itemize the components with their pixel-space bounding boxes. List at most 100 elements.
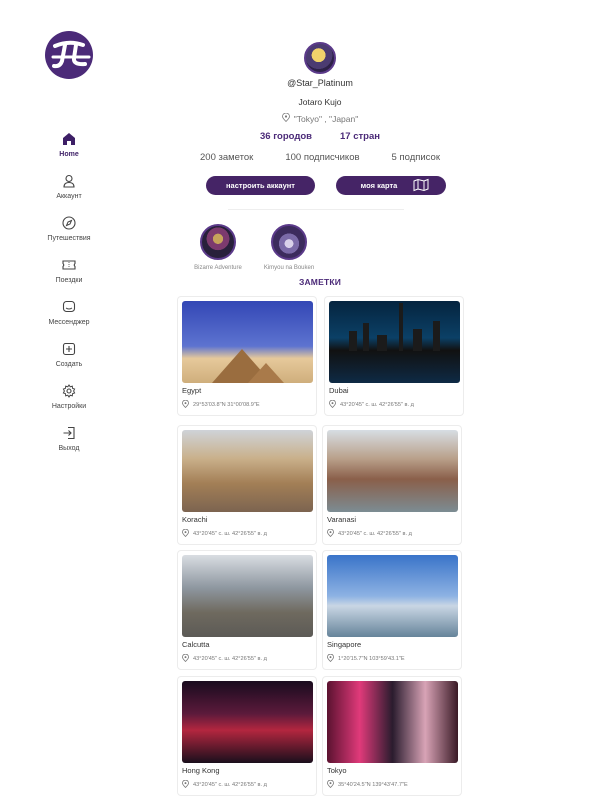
highlight-label: Kimyou na Bouken [263, 265, 315, 271]
card-city: Hong Kong [182, 766, 220, 775]
app-logo[interactable] [45, 31, 93, 79]
card-city: Singapore [327, 640, 362, 649]
card-coords-text: 1°20'15.7"N 103°59'43.1"E [338, 656, 405, 662]
countries-count[interactable]: 17 стран [340, 131, 380, 142]
following-count[interactable]: 5 подписок [392, 152, 440, 163]
nav-item-travels[interactable]: Путешествия [34, 214, 104, 242]
card-coords-text: 43°20'45" с. ш. 42°26'55" в. д [338, 531, 412, 537]
nav-item-messenger[interactable]: Мессенджер [34, 298, 104, 326]
card-coords: 43°20'45" с. ш. 42°26'55" в. д [182, 528, 267, 539]
nav-item-trips[interactable]: Поездки [34, 256, 104, 284]
card-coords-text: 29°53'03.8"N 31°00'08.9"E [193, 402, 260, 408]
account-settings-button[interactable]: настроить аккаунт [206, 176, 315, 195]
user-icon [60, 172, 78, 190]
card-city: Egypt [182, 386, 202, 395]
card-coords: 43°20'45" с. ш. 42°26'55" в. д [182, 653, 267, 664]
highlight-item[interactable]: Bizarre Adventure [188, 224, 248, 271]
location: "Tokyo" , "Japan" [200, 112, 440, 124]
nav-label: Поездки [55, 277, 83, 284]
travel-counts: 36 городов 17 стран [200, 131, 440, 142]
account-settings-label: настроить аккаунт [226, 181, 295, 190]
card-coords-text: 43°20'45" с. ш. 42°26'55" в. д [340, 402, 414, 408]
card-photo [329, 301, 460, 383]
card-photo [182, 555, 313, 637]
logout-icon [60, 424, 78, 442]
note-card[interactable]: Hong Kong 43°20'45" с. ш. 42°26'55" в. д [177, 676, 317, 796]
nav-label: Путешествия [47, 235, 91, 242]
card-coords: 1°20'15.7"N 103°59'43.1"E [327, 653, 405, 664]
location-text: "Tokyo" , "Japan" [293, 113, 359, 124]
full-name: Jotaro Kujo [298, 97, 342, 107]
sidebar-nav: Home Аккаунт Путешествия Поездки Мессенд… [34, 130, 104, 466]
plus-square-icon [60, 340, 78, 358]
cities-count[interactable]: 36 городов [260, 131, 312, 142]
nav-item-settings[interactable]: Настройки [34, 382, 104, 410]
chat-icon [60, 298, 78, 316]
card-coords-text: 35°40'24.5"N 139°43'47.7"E [338, 782, 408, 788]
card-city: Dubai [329, 386, 349, 395]
card-coords: 29°53'03.8"N 31°00'08.9"E [182, 399, 260, 410]
note-card[interactable]: Egypt 29°53'03.8"N 31°00'08.9"E [177, 296, 317, 416]
nav-item-logout[interactable]: Выход [34, 424, 104, 452]
divider [228, 209, 404, 210]
card-photo [182, 681, 313, 763]
location-pin-icon [327, 653, 334, 664]
card-city: Calcutta [182, 640, 210, 649]
card-photo [327, 430, 458, 512]
map-icon [413, 178, 429, 194]
card-coords: 35°40'24.5"N 139°43'47.7"E [327, 779, 408, 790]
location-pin-icon [329, 399, 336, 410]
location-pin-icon [182, 399, 189, 410]
card-coords: 43°20'45" с. ш. 42°26'55" в. д [182, 779, 267, 790]
card-coords-text: 43°20'45" с. ш. 42°26'55" в. д [193, 782, 267, 788]
nav-item-account[interactable]: Аккаунт [34, 172, 104, 200]
card-coords-text: 43°20'45" с. ш. 42°26'55" в. д [193, 531, 267, 537]
profile-header: @Star_Platinum Jotaro Kujo "Tokyo" , "Ja… [200, 42, 440, 152]
card-photo [182, 301, 313, 383]
card-city: Varanasi [327, 515, 357, 524]
location-pin-icon [182, 528, 189, 539]
nav-label: Home [59, 151, 79, 158]
location-pin-icon [182, 779, 189, 790]
note-card[interactable]: Korachi 43°20'45" с. ш. 42°26'55" в. д [177, 425, 317, 545]
username: @Star_Platinum [287, 78, 353, 88]
highlight-image [271, 224, 307, 260]
followers-count[interactable]: 100 подписчиков [285, 152, 359, 163]
note-card[interactable]: Tokyo 35°40'24.5"N 139°43'47.7"E [322, 676, 462, 796]
card-photo [327, 555, 458, 637]
note-card[interactable]: Calcutta 43°20'45" с. ш. 42°26'55" в. д [177, 550, 317, 670]
nav-label: Мессенджер [48, 319, 90, 326]
highlight-image [200, 224, 236, 260]
nav-label: Аккаунт [56, 193, 82, 200]
note-card[interactable]: Dubai 43°20'45" с. ш. 42°26'55" в. д [324, 296, 464, 416]
notes-count[interactable]: 200 заметок [200, 152, 253, 163]
nav-item-create[interactable]: Создать [34, 340, 104, 368]
nav-label: Выход [58, 445, 80, 452]
my-map-button[interactable]: моя карта [336, 176, 446, 195]
note-card[interactable]: Varanasi 43°20'45" с. ш. 42°26'55" в. д [322, 425, 462, 545]
home-icon [60, 130, 78, 148]
profile-stats: 200 заметок 100 подписчиков 5 подписок [200, 152, 440, 163]
location-pin-icon [281, 112, 290, 124]
card-photo [327, 681, 458, 763]
compass-icon [60, 214, 78, 232]
location-pin-icon [182, 653, 189, 664]
highlight-item[interactable]: Kimyou na Bouken [259, 224, 319, 271]
note-card[interactable]: Singapore 1°20'15.7"N 103°59'43.1"E [322, 550, 462, 670]
avatar[interactable] [304, 42, 336, 74]
location-pin-icon [327, 528, 334, 539]
nav-label: Настройки [51, 403, 87, 410]
card-coords-text: 43°20'45" с. ш. 42°26'55" в. д [193, 656, 267, 662]
location-pin-icon [327, 779, 334, 790]
ticket-icon [60, 256, 78, 274]
nav-label: Создать [55, 361, 83, 368]
my-map-label: моя карта [360, 181, 398, 190]
card-photo [182, 430, 313, 512]
highlight-label: Bizarre Adventure [194, 265, 242, 271]
gear-icon [60, 382, 78, 400]
notes-section-title: ЗАМЕТКИ [298, 277, 342, 287]
card-coords: 43°20'45" с. ш. 42°26'55" в. д [329, 399, 414, 410]
card-coords: 43°20'45" с. ш. 42°26'55" в. д [327, 528, 412, 539]
nav-item-home[interactable]: Home [34, 130, 104, 158]
card-city: Tokyo [327, 766, 347, 775]
